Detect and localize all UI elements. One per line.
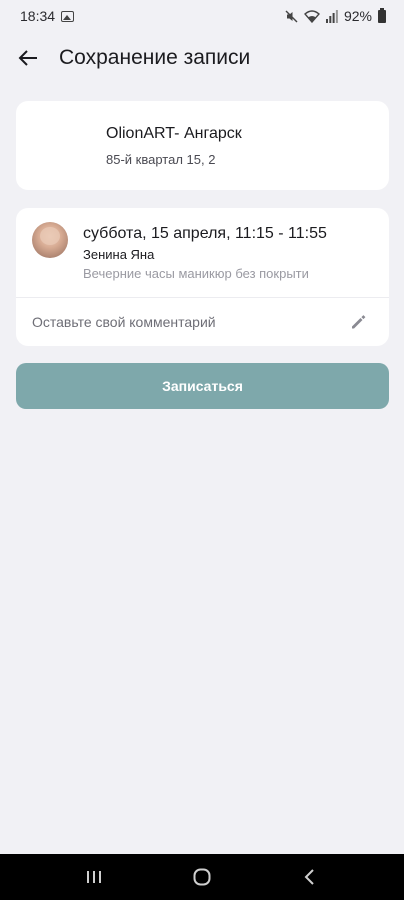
recent-apps-button[interactable] bbox=[64, 854, 124, 900]
status-right: 92% bbox=[285, 7, 386, 24]
booking-service: Вечерние часы маникюр без покрыти bbox=[83, 266, 309, 281]
pencil-icon[interactable] bbox=[349, 313, 367, 331]
status-time: 18:34 bbox=[20, 8, 56, 24]
status-left: 18:34 bbox=[20, 8, 75, 24]
image-icon bbox=[61, 10, 75, 22]
salon-name: OlionART- Ангарск bbox=[106, 125, 242, 142]
back-icon bbox=[304, 869, 314, 885]
book-button[interactable]: Записаться bbox=[16, 363, 389, 409]
booking-card: суббота, 15 апреля, 11:15 - 11:55 Зенина… bbox=[16, 208, 389, 346]
recent-apps-icon bbox=[87, 871, 101, 883]
comment-placeholder: Оставьте свой комментарий bbox=[32, 314, 216, 330]
salon-address: 85-й квартал 15, 2 bbox=[106, 152, 216, 167]
booking-summary: суббота, 15 апреля, 11:15 - 11:55 Зенина… bbox=[16, 208, 389, 298]
system-nav-bar bbox=[0, 854, 404, 900]
battery-icon bbox=[378, 7, 386, 23]
comment-field[interactable]: Оставьте свой комментарий bbox=[16, 298, 389, 346]
avatar bbox=[32, 222, 68, 258]
home-button[interactable] bbox=[172, 854, 232, 900]
page-title: Сохранение записи bbox=[59, 46, 251, 69]
nav-back-button[interactable] bbox=[280, 854, 340, 900]
wifi-icon bbox=[303, 9, 320, 23]
status-bar: 18:34 92% bbox=[0, 0, 404, 32]
mute-icon bbox=[285, 10, 298, 22]
back-button[interactable] bbox=[0, 38, 56, 78]
battery-percent: 92% bbox=[343, 8, 372, 24]
booking-datetime: суббота, 15 апреля, 11:15 - 11:55 bbox=[83, 225, 327, 242]
app-header: Сохранение записи bbox=[0, 38, 404, 78]
salon-card[interactable]: OlionART- Ангарск 85-й квартал 15, 2 bbox=[16, 101, 389, 190]
home-icon bbox=[193, 868, 211, 886]
arrow-left-icon bbox=[18, 50, 37, 66]
booking-master: Зенина Яна bbox=[83, 247, 155, 262]
signal-icon bbox=[325, 9, 338, 23]
